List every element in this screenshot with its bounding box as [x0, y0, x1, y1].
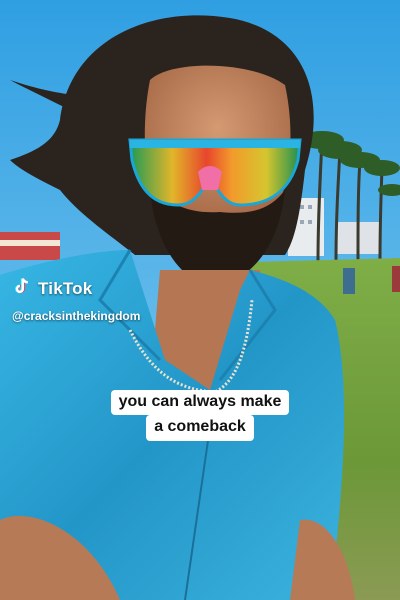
tiktok-logo-icon	[12, 276, 32, 301]
caption-line-1: you can always make	[110, 390, 290, 416]
video-caption: you can always make a comeback	[0, 390, 400, 441]
tiktok-watermark: TikTok @cracksinthekingdom	[12, 276, 140, 323]
caption-line-2: a comeback	[146, 415, 254, 441]
creator-handle: @cracksinthekingdom	[12, 309, 141, 323]
tiktok-brand: TikTok	[12, 276, 140, 301]
tiktok-brand-label: TikTok	[38, 278, 93, 298]
